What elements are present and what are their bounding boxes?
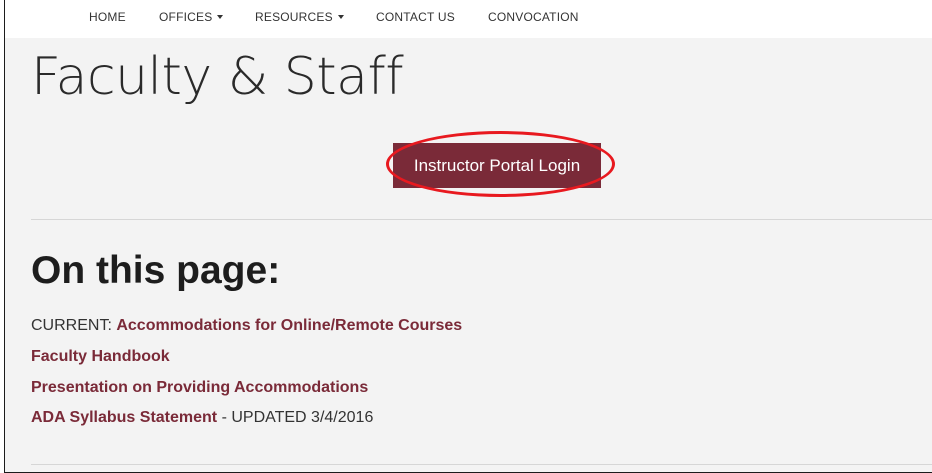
nav-item-label: HOME [89, 10, 126, 24]
toc-link-faculty-handbook[interactable]: Faculty Handbook [31, 348, 170, 365]
nav-item-home[interactable]: HOME [89, 10, 126, 24]
divider [31, 464, 932, 465]
nav-item-label: CONTACT US [376, 10, 455, 24]
caret-down-icon [337, 15, 344, 19]
page-title: Faculty & Staff [31, 47, 404, 107]
top-navigation: HOME OFFICES RESOURCES CONTACT US CONVOC… [5, 0, 932, 38]
toc-link-presentation[interactable]: Presentation on Providing Accommodations [31, 379, 368, 396]
nav-item-contact-us[interactable]: CONTACT US [376, 10, 455, 24]
toc-link-online-remote-accommodations[interactable]: Accommodations for Online/Remote Courses [116, 317, 462, 334]
toc-item-syllabus: ADA Syllabus Statement - UPDATED 3/4/201… [31, 408, 373, 428]
instructor-portal-login-button[interactable]: Instructor Portal Login [393, 143, 601, 188]
section-heading: On this page: [31, 249, 281, 292]
divider [31, 219, 932, 220]
nav-item-label: CONVOCATION [488, 10, 579, 24]
toc-item-presentation: Presentation on Providing Accommodations [31, 378, 368, 398]
nav-item-label: RESOURCES [255, 10, 333, 24]
toc-link-ada-syllabus-statement[interactable]: ADA Syllabus Statement [31, 409, 217, 426]
nav-item-offices[interactable]: OFFICES [159, 10, 224, 24]
caret-down-icon [217, 15, 224, 19]
toc-item-handbook: Faculty Handbook [31, 347, 170, 367]
nav-item-resources[interactable]: RESOURCES [255, 10, 344, 24]
toc-updated-note: - UPDATED 3/4/2016 [217, 409, 374, 426]
page-frame: HOME OFFICES RESOURCES CONTACT US CONVOC… [4, 0, 932, 473]
nav-item-convocation[interactable]: CONVOCATION [488, 10, 579, 24]
toc-current-prefix: CURRENT: [31, 317, 117, 334]
nav-item-label: OFFICES [159, 10, 213, 24]
toc-item-current: CURRENT: Accommodations for Online/Remot… [31, 316, 462, 336]
